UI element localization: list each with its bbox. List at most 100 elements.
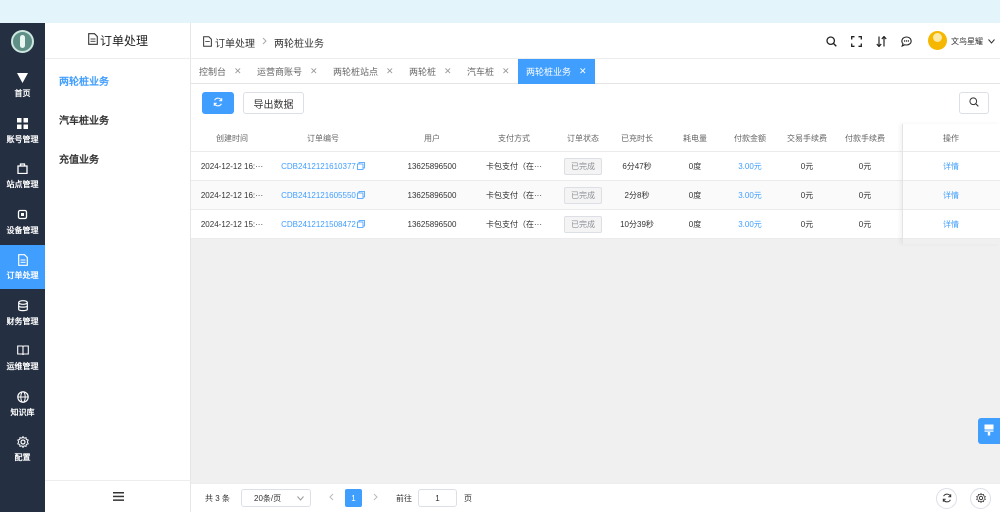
rail-item-label: 账号管理 (6, 134, 39, 144)
tab-dashboard[interactable]: 控制台 ✕ (191, 59, 250, 84)
rail-item-knowledge[interactable]: 知识库 (0, 382, 45, 426)
order-no-link[interactable]: CDB2412121605550 (281, 191, 356, 200)
refresh-button[interactable] (202, 92, 234, 114)
table-row: 2024-12-12 16:··· CDB2412121605550 13625… (191, 181, 1000, 210)
status-badge: 已完成 (564, 158, 602, 175)
chevron-down-icon (297, 494, 304, 503)
column-header: 操作 (943, 133, 959, 143)
prev-page-button[interactable] (323, 489, 340, 507)
rail-item-home[interactable]: 首页 (0, 63, 45, 107)
cell-pay-fee: 0元 (858, 220, 872, 229)
close-icon[interactable]: ✕ (579, 66, 587, 77)
rail-item-label: 配置 (14, 452, 31, 462)
submenu-item-car[interactable]: 汽车桩业务 (59, 112, 109, 127)
submenu-item-two-wheel[interactable]: 两轮桩业务 (59, 73, 109, 88)
message-icon[interactable] (900, 35, 912, 47)
search-toggle-button[interactable] (959, 92, 989, 114)
chevron-down-icon[interactable] (988, 36, 995, 46)
rail-item-stations[interactable]: 站点管理 (0, 154, 45, 198)
app-logo (11, 30, 34, 53)
order-no-link[interactable]: CDB2412121610377 (281, 162, 356, 171)
chevron-right-icon (373, 493, 378, 503)
avatar[interactable] (928, 31, 947, 50)
cell-created: 2024-12-12 16:··· (200, 191, 264, 200)
floating-tool-button[interactable] (978, 418, 1000, 444)
rail-item-devices[interactable]: 设备管理 (0, 200, 45, 244)
rail-item-label: 运维管理 (6, 361, 39, 371)
document-icon (88, 33, 98, 48)
search-icon[interactable] (825, 35, 837, 47)
cell-order-no[interactable]: CDB2412121605550 (273, 181, 373, 210)
document-icon (203, 35, 212, 50)
gear-icon (16, 435, 29, 448)
tab-label: 两轮桩业务 (526, 67, 572, 77)
goto-page-input[interactable]: 1 (418, 489, 457, 507)
fullscreen-icon[interactable] (850, 35, 862, 47)
pagination-bar: 共 3 条 20条/页 1 前往 1 页 (191, 483, 1000, 512)
tab-two-wheel-piles[interactable]: 两轮桩 ✕ (401, 59, 460, 84)
main-content: 订单处理 两轮桩业务 文鸟星耀 控制台 ✕ 运营商账号 ✕ 两轮桩站点 ✕ 两轮… (191, 23, 1000, 512)
cell-order-no[interactable]: CDB2412121610377 (273, 152, 373, 181)
copy-icon[interactable] (356, 190, 365, 201)
close-icon[interactable]: ✕ (444, 66, 452, 77)
page-size-select[interactable]: 20条/页 (241, 489, 311, 507)
tab-label: 两轮桩 (409, 67, 437, 77)
cell-amount: 3.00元 (738, 191, 762, 200)
next-page-button[interactable] (367, 489, 384, 507)
user-name[interactable]: 文鸟星耀 (951, 36, 983, 47)
cell-pay-method: 卡包支付（在··· (486, 162, 542, 171)
collapse-menu-button[interactable] (45, 480, 191, 512)
close-icon[interactable]: ✕ (234, 66, 242, 77)
store-icon (17, 163, 29, 175)
top-band (0, 0, 1000, 23)
rail-item-finance[interactable]: 财务管理 (0, 291, 45, 335)
copy-icon[interactable] (356, 161, 365, 172)
cell-created: 2024-12-12 16:··· (200, 162, 264, 171)
column-header: 耗电量 (683, 133, 707, 143)
translate-icon[interactable] (875, 35, 887, 47)
page-number-current[interactable]: 1 (345, 489, 362, 507)
goto-label: 前往 (396, 494, 412, 503)
submenu-panel: 订单处理 两轮桩业务 汽车桩业务 充值业务 (45, 23, 191, 512)
rail-item-label: 首页 (14, 88, 31, 98)
column-header: 已充时长 (621, 133, 653, 143)
details-link[interactable]: 详情 (902, 152, 1000, 181)
details-link[interactable]: 详情 (902, 181, 1000, 210)
cell-txn-fee: 0元 (800, 220, 814, 229)
tab-label: 两轮桩站点 (333, 67, 379, 77)
cell-pay-fee: 0元 (858, 162, 872, 171)
cell-pay-method: 卡包支付（在··· (486, 220, 542, 229)
column-header: 付款金额 (734, 133, 766, 143)
book-icon (16, 345, 29, 357)
close-icon[interactable]: ✕ (386, 66, 394, 77)
tab-car-piles[interactable]: 汽车桩 ✕ (459, 59, 518, 84)
details-link[interactable]: 详情 (902, 210, 1000, 239)
copy-icon[interactable] (356, 219, 365, 230)
reload-button[interactable] (936, 488, 957, 509)
cell-txn-fee: 0元 (800, 191, 814, 200)
rail-item-ops[interactable]: 运维管理 (0, 336, 45, 380)
rail-item-config[interactable]: 配置 (0, 427, 45, 471)
export-button[interactable]: 导出数据 (243, 92, 304, 114)
tab-two-wheel-business[interactable]: 两轮桩业务 ✕ (518, 59, 595, 84)
tab-two-wheel-stations[interactable]: 两轮桩站点 ✕ (325, 59, 402, 84)
rail-item-accounts[interactable]: 账号管理 (0, 109, 45, 153)
brush-icon (984, 424, 994, 438)
table-row: 2024-12-12 15:··· CDB2412121508472 13625… (191, 210, 1000, 239)
chevron-left-icon (329, 493, 334, 503)
rail-item-label: 知识库 (10, 407, 35, 417)
breadcrumb: 订单处理 两轮桩业务 (203, 35, 324, 50)
tab-operator-accounts[interactable]: 运营商账号 ✕ (249, 59, 326, 84)
cell-order-no[interactable]: CDB2412121508472 (273, 210, 373, 239)
breadcrumb-item[interactable]: 订单处理 (215, 35, 255, 50)
status-badge: 已完成 (564, 216, 602, 233)
rail-item-orders[interactable]: 订单处理 (0, 245, 45, 289)
submenu-item-recharge[interactable]: 充值业务 (59, 151, 99, 166)
cell-duration: 10分39秒 (620, 220, 654, 229)
close-icon[interactable]: ✕ (502, 66, 510, 77)
status-badge: 已完成 (564, 187, 602, 204)
order-no-link[interactable]: CDB2412121508472 (281, 220, 356, 229)
cell-energy: 0度 (688, 191, 702, 200)
close-icon[interactable]: ✕ (310, 66, 318, 77)
settings-button[interactable] (970, 488, 991, 509)
